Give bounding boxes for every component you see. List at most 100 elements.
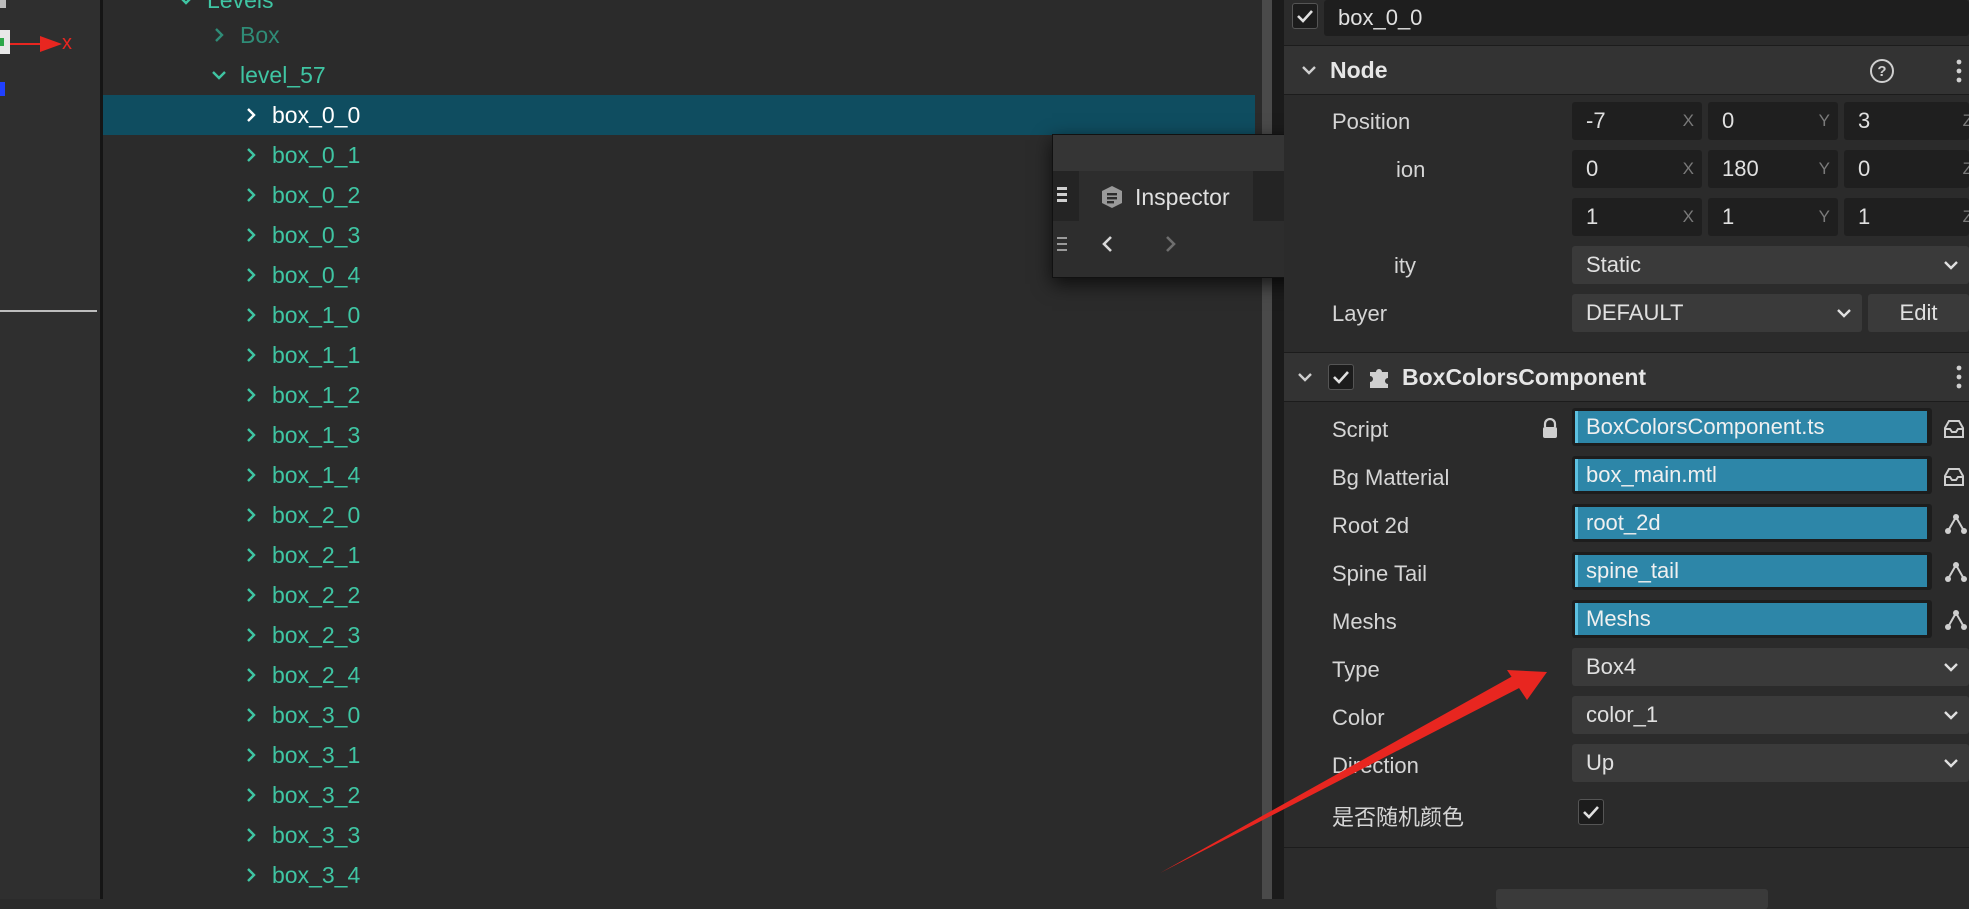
more-vertical-icon[interactable]	[1954, 58, 1964, 84]
rotation-z-input[interactable]: 0Z	[1844, 150, 1969, 188]
scale-z-value: 1	[1858, 204, 1871, 229]
chevron-right-icon[interactable]	[240, 784, 262, 806]
chevron-right-icon[interactable]	[240, 464, 262, 486]
component-enabled-checkbox[interactable]	[1328, 364, 1354, 390]
component-section-header[interactable]: BoxColorsComponent	[1284, 352, 1969, 402]
tree-item-label: box_1_1	[272, 341, 361, 368]
tree-item-box-1-2[interactable]: box_1_2	[103, 375, 1255, 415]
random-color-checkbox[interactable]	[1578, 799, 1604, 825]
chevron-right-icon[interactable]	[240, 504, 262, 526]
tree-item-label: box_3_1	[272, 741, 361, 768]
scene-viewport[interactable]: x	[0, 0, 103, 899]
chevron-right-icon[interactable]	[240, 664, 262, 686]
tree-item-box-1-1[interactable]: box_1_1	[103, 335, 1255, 375]
tree-item-box-2-2[interactable]: box_2_2	[103, 575, 1255, 615]
chevron-right-icon[interactable]	[240, 224, 262, 246]
node-name-input[interactable]: box_0_0	[1324, 0, 1969, 36]
layer-dropdown[interactable]: DEFAULT	[1572, 294, 1862, 332]
drag-grip-icon[interactable]	[1057, 185, 1067, 205]
more-vertical-icon[interactable]	[1954, 364, 1964, 390]
section-bottom-divider	[1284, 847, 1969, 848]
tree-item-box-1-4[interactable]: box_1_4	[103, 455, 1255, 495]
rotation-y-value: 180	[1722, 156, 1759, 181]
tree-item-box-3-1[interactable]: box_3_1	[103, 735, 1255, 775]
tree-item-box-3-4[interactable]: box_3_4	[103, 855, 1255, 895]
scale-x-input[interactable]: 1X	[1572, 198, 1702, 236]
chevron-right-icon[interactable]	[240, 104, 262, 126]
node-link-icon[interactable]	[1944, 608, 1968, 632]
chevron-right-icon[interactable]	[240, 304, 262, 326]
axis-x-label: X	[1682, 207, 1694, 226]
tree-item-box-3-0[interactable]: box_3_0	[103, 695, 1255, 735]
chevron-right-icon[interactable]	[240, 824, 262, 846]
tree-item-box[interactable]: Box	[103, 15, 1255, 55]
layer-edit-button[interactable]: Edit	[1868, 294, 1969, 332]
x-axis-arrow-icon	[10, 36, 62, 52]
node-section-header[interactable]: Node ?	[1284, 45, 1969, 95]
chevron-right-icon[interactable]	[240, 384, 262, 406]
chevron-right-icon[interactable]	[240, 344, 262, 366]
tree-item-box-3-2[interactable]: box_3_2	[103, 775, 1255, 815]
mobility-dropdown[interactable]: Static	[1572, 246, 1969, 284]
meshs-node-field[interactable]: Meshs	[1572, 600, 1932, 638]
color-dropdown[interactable]: color_1	[1572, 696, 1969, 734]
inspector-panel: box_0_0 Node ? Position -7 X 0Y 3Z ion 0X…	[1284, 0, 1969, 909]
tab-inspector[interactable]: Inspector	[1079, 171, 1253, 223]
tree-item-box-2-1[interactable]: box_2_1	[103, 535, 1255, 575]
asset-browse-icon[interactable]	[1942, 418, 1966, 440]
position-y-value: 0	[1722, 108, 1735, 133]
chevron-right-icon[interactable]	[240, 264, 262, 286]
node-active-checkbox[interactable]	[1292, 3, 1318, 29]
nav-forward-button[interactable]	[1155, 229, 1185, 259]
chevron-right-icon[interactable]	[240, 624, 262, 646]
mobility-value: Static	[1586, 252, 1642, 277]
script-asset-field[interactable]: BoxColorsComponent.ts	[1572, 408, 1932, 446]
chevron-down-icon[interactable]	[1298, 59, 1320, 81]
chevron-down-icon[interactable]	[208, 64, 230, 86]
position-y-input[interactable]: 0Y	[1708, 102, 1838, 140]
bg-material-asset-field[interactable]: box_main.mtl	[1572, 456, 1932, 494]
root-2d-value: root_2d	[1575, 507, 1927, 539]
scene-gizmo-top	[0, 0, 6, 8]
tree-item-box-1-0[interactable]: box_1_0	[103, 295, 1255, 335]
asset-browse-icon[interactable]	[1942, 466, 1966, 488]
rotation-y-input[interactable]: 180 Y	[1708, 150, 1838, 188]
spine-tail-node-field[interactable]: spine_tail	[1572, 552, 1932, 590]
tree-item-box-2-0[interactable]: box_2_0	[103, 495, 1255, 535]
drag-grip-icon[interactable]	[1057, 235, 1067, 255]
nav-back-button[interactable]	[1093, 229, 1123, 259]
position-z-input[interactable]: 3Z	[1844, 102, 1969, 140]
scale-z-input[interactable]: 1Z	[1844, 198, 1969, 236]
chevron-right-icon[interactable]	[208, 24, 230, 46]
help-icon[interactable]: ?	[1868, 57, 1896, 85]
chevron-down-icon[interactable]	[1294, 366, 1316, 388]
root-2d-node-field[interactable]: root_2d	[1572, 504, 1932, 542]
chevron-right-icon[interactable]	[240, 704, 262, 726]
add-component-button-partial[interactable]	[1496, 889, 1768, 909]
tree-item-box-0-0[interactable]: box_0_0	[103, 95, 1255, 135]
chevron-right-icon[interactable]	[240, 184, 262, 206]
tree-item-box-3-3[interactable]: box_3_3	[103, 815, 1255, 855]
type-dropdown[interactable]: Box4	[1572, 648, 1969, 686]
tree-item-box-2-3[interactable]: box_2_3	[103, 615, 1255, 655]
rotation-x-input[interactable]: 0X	[1572, 150, 1702, 188]
node-link-icon[interactable]	[1944, 512, 1968, 536]
chevron-right-icon[interactable]	[240, 424, 262, 446]
node-link-icon[interactable]	[1944, 560, 1968, 584]
direction-dropdown[interactable]: Up	[1572, 744, 1969, 782]
tree-item-box-2-4[interactable]: box_2_4	[103, 655, 1255, 695]
chevron-right-icon[interactable]	[240, 744, 262, 766]
tree-item-label: box_1_4	[272, 461, 361, 488]
position-x-input[interactable]: -7 X	[1572, 102, 1702, 140]
scene-horizon-line	[0, 310, 97, 312]
tree-item-box-1-3[interactable]: box_1_3	[103, 415, 1255, 455]
scale-x-value: 1	[1586, 204, 1599, 229]
position-label: Position	[1332, 109, 1411, 134]
chevron-right-icon[interactable]	[240, 864, 262, 886]
chevron-right-icon[interactable]	[240, 144, 262, 166]
chevron-right-icon[interactable]	[240, 544, 262, 566]
chevron-right-icon[interactable]	[240, 584, 262, 606]
scale-y-input[interactable]: 1Y	[1708, 198, 1838, 236]
chevron-down-icon[interactable]	[175, 0, 197, 11]
tree-item-level-57[interactable]: level_57	[103, 55, 1255, 95]
